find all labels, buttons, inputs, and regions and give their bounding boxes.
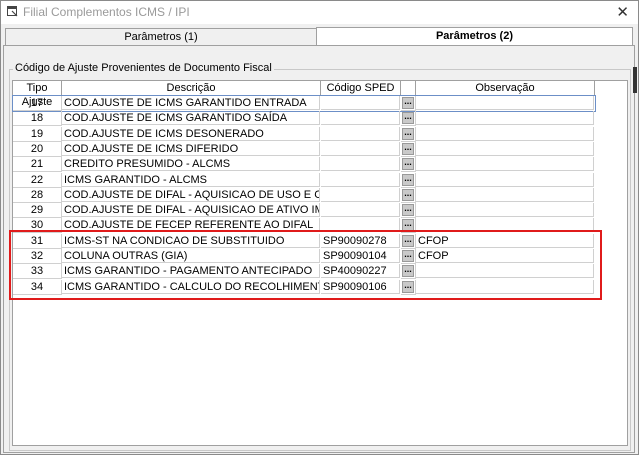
cell-codigo-sped[interactable] bbox=[321, 187, 400, 202]
cell-observacao[interactable] bbox=[416, 141, 594, 156]
header-tipo-ajuste[interactable]: Tipo Ajuste bbox=[13, 81, 62, 108]
cell-ellipsis: ... bbox=[401, 187, 416, 203]
cell-codigo-sped[interactable] bbox=[321, 203, 400, 218]
cell-descricao[interactable]: CREDITO PRESUMIDO - ALCMS bbox=[62, 157, 320, 172]
cell-ellipsis: ... bbox=[401, 126, 416, 142]
cell-codigo-sped[interactable] bbox=[321, 141, 400, 156]
ellipsis-button[interactable]: ... bbox=[402, 158, 414, 171]
header-button-column bbox=[401, 81, 416, 96]
cell-ellipsis: ... bbox=[401, 172, 416, 188]
header-codigo-sped[interactable]: Código SPED bbox=[321, 81, 401, 96]
tab-parametros-1[interactable]: Parâmetros (1) bbox=[5, 28, 317, 46]
header-descricao[interactable]: Descrição bbox=[62, 81, 321, 96]
cell-ellipsis: ... bbox=[401, 111, 416, 127]
window-edge-artifact bbox=[633, 67, 637, 93]
cell-tipo-ajuste[interactable]: 19 bbox=[13, 126, 62, 142]
ellipsis-button[interactable]: ... bbox=[402, 142, 414, 155]
tab-parametros-2[interactable]: Parâmetros (2) bbox=[316, 27, 633, 46]
cell-descricao[interactable]: COD.AJUSTE DE DIFAL - AQUISICAO DE ATIVO… bbox=[62, 203, 320, 218]
cell-descricao[interactable]: ICMS GARANTIDO - ALCMS bbox=[62, 172, 320, 187]
cell-codigo-sped[interactable] bbox=[321, 96, 400, 110]
cell-descricao[interactable]: COD.AJUSTE DE ICMS DESONERADO bbox=[62, 126, 320, 141]
cell-tipo-ajuste[interactable]: 20 bbox=[13, 141, 62, 157]
cell-ellipsis: ... bbox=[401, 96, 416, 111]
app-window-icon bbox=[7, 6, 18, 17]
table-row[interactable]: 17 COD.AJUSTE DE ICMS GARANTIDO ENTRADA..… bbox=[12, 95, 596, 112]
table-row[interactable]: 19 COD.AJUSTE DE ICMS DESONERADO... bbox=[13, 126, 595, 142]
cell-observacao[interactable] bbox=[416, 203, 594, 218]
cell-ellipsis: ... bbox=[401, 141, 416, 157]
cell-observacao[interactable] bbox=[416, 96, 594, 110]
cell-observacao[interactable] bbox=[416, 126, 594, 141]
cell-observacao[interactable] bbox=[416, 172, 594, 187]
cell-tipo-ajuste[interactable]: 22 bbox=[13, 172, 62, 188]
table-row[interactable]: 22 ICMS GARANTIDO - ALCMS... bbox=[13, 172, 595, 188]
cell-descricao[interactable]: COD.AJUSTE DE ICMS DIFERIDO bbox=[62, 141, 320, 156]
highlight-box bbox=[9, 230, 602, 300]
cell-observacao[interactable] bbox=[416, 111, 594, 126]
cell-ellipsis: ... bbox=[401, 157, 416, 173]
ellipsis-button[interactable]: ... bbox=[402, 97, 414, 109]
table-row[interactable]: 20 COD.AJUSTE DE ICMS DIFERIDO... bbox=[13, 141, 595, 157]
cell-observacao[interactable] bbox=[416, 187, 594, 202]
cell-tipo-ajuste[interactable]: 29 bbox=[13, 203, 62, 219]
cell-descricao[interactable]: COD.AJUSTE DE ICMS GARANTIDO SAÍDA bbox=[62, 111, 320, 126]
table-row[interactable]: 28 COD.AJUSTE DE DIFAL - AQUISICAO DE USO… bbox=[13, 187, 595, 203]
cell-tipo-ajuste[interactable]: 17 bbox=[13, 96, 62, 111]
group-legend: Código de Ajuste Provenientes de Documen… bbox=[13, 62, 274, 74]
title-bar: Filial Complementos ICMS / IPI ✕ bbox=[1, 1, 638, 24]
table-row[interactable]: 29 COD.AJUSTE DE DIFAL - AQUISICAO DE ATI… bbox=[13, 203, 595, 219]
table-row[interactable]: 21 CREDITO PRESUMIDO - ALCMS... bbox=[13, 157, 595, 173]
cell-tipo-ajuste[interactable]: 21 bbox=[13, 157, 62, 173]
ellipsis-button[interactable]: ... bbox=[402, 173, 414, 186]
cell-ellipsis: ... bbox=[401, 203, 416, 219]
dialog-window: Filial Complementos ICMS / IPI ✕ Parâmet… bbox=[0, 0, 639, 455]
cell-observacao[interactable] bbox=[416, 157, 594, 172]
window-title: Filial Complementos ICMS / IPI bbox=[23, 5, 190, 19]
cell-tipo-ajuste[interactable]: 18 bbox=[13, 111, 62, 127]
ellipsis-button[interactable]: ... bbox=[402, 112, 414, 125]
close-icon[interactable]: ✕ bbox=[616, 3, 629, 21]
cell-tipo-ajuste[interactable]: 28 bbox=[13, 187, 62, 203]
cell-codigo-sped[interactable] bbox=[321, 126, 400, 141]
header-observacao[interactable]: Observação bbox=[416, 81, 595, 96]
ellipsis-button[interactable]: ... bbox=[402, 204, 414, 217]
cell-descricao[interactable]: COD.AJUSTE DE ICMS GARANTIDO ENTRADA bbox=[62, 96, 320, 110]
table-row[interactable]: 18 COD.AJUSTE DE ICMS GARANTIDO SAÍDA... bbox=[13, 111, 595, 127]
ellipsis-button[interactable]: ... bbox=[402, 127, 414, 140]
cell-codigo-sped[interactable] bbox=[321, 157, 400, 172]
cell-codigo-sped[interactable] bbox=[321, 172, 400, 187]
ellipsis-button[interactable]: ... bbox=[402, 188, 414, 201]
cell-descricao[interactable]: COD.AJUSTE DE DIFAL - AQUISICAO DE USO E… bbox=[62, 187, 320, 202]
cell-codigo-sped[interactable] bbox=[321, 111, 400, 126]
